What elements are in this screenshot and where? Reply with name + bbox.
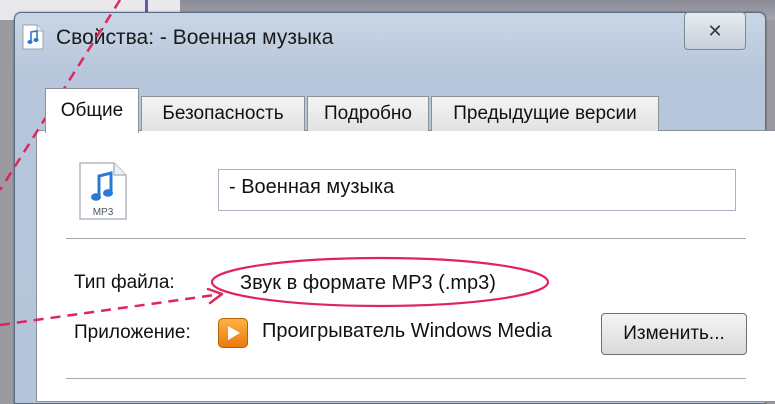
window-title: Свойства: - Военная музыка <box>56 26 334 49</box>
change-button-label: Изменить... <box>623 323 725 344</box>
tab-label: Безопасность <box>162 103 284 124</box>
separator <box>66 378 746 382</box>
windows-media-player-icon <box>218 318 248 348</box>
tab-general[interactable]: Общие <box>45 88 139 133</box>
close-icon: ✕ <box>707 20 723 41</box>
file-type-label: Тип файла: <box>74 272 175 293</box>
tab-details[interactable]: Подробно <box>307 96 429 131</box>
application-label: Приложение: <box>74 322 191 343</box>
application-name: Проигрыватель Windows Media <box>262 320 552 342</box>
tab-previous-versions[interactable]: Предыдущие версии <box>431 96 659 131</box>
close-button[interactable]: ✕ <box>684 12 746 50</box>
tab-label: Общие <box>60 100 124 121</box>
separator <box>66 238 746 242</box>
tab-label: Предыдущие версии <box>453 103 637 124</box>
file-icon-caption: MP3 <box>93 207 114 218</box>
play-icon <box>228 326 240 340</box>
tab-security[interactable]: Безопасность <box>141 96 305 131</box>
file-type-value: Звук в формате MP3 (.mp3) <box>240 272 496 294</box>
mp3-title-icon <box>22 24 44 50</box>
change-button[interactable]: Изменить... <box>601 313 747 355</box>
tab-label: Подробно <box>324 103 412 124</box>
file-name-field[interactable]: - Военная музыка <box>218 169 736 211</box>
mp3-file-icon: MP3 <box>79 162 127 220</box>
